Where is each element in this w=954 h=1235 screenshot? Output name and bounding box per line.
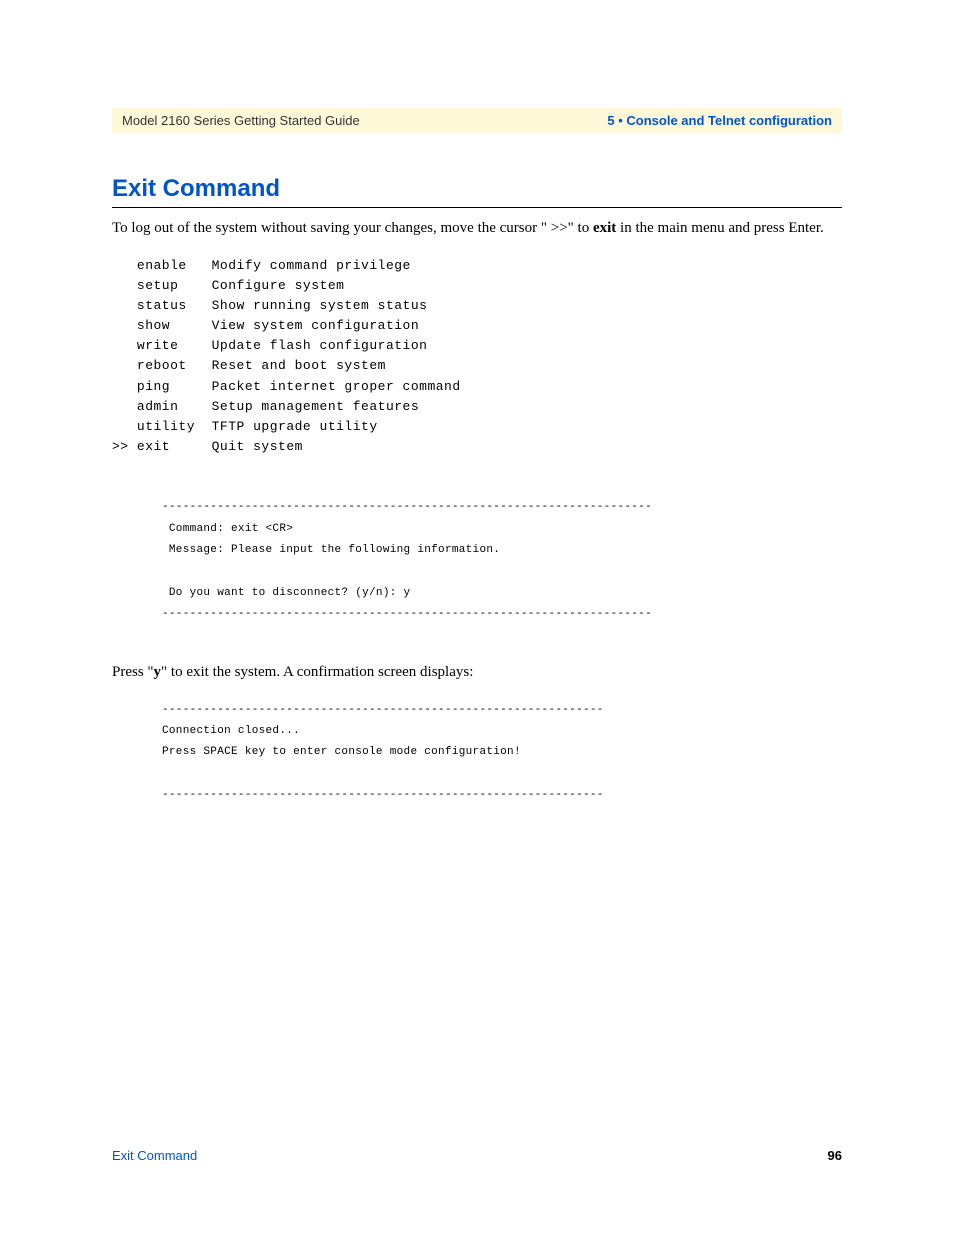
confirm-post: " to exit the system. A confirmation scr… xyxy=(161,664,473,680)
page-number: 96 xyxy=(828,1148,842,1163)
terminal-output-2: ----------------------------------------… xyxy=(162,700,842,807)
terminal-output-1: ----------------------------------------… xyxy=(162,497,842,626)
footer-left-text: Exit Command xyxy=(112,1148,197,1163)
intro-bold: exit xyxy=(593,220,616,236)
confirm-paragraph: Press "y" to exit the system. A confirma… xyxy=(112,662,842,684)
header-bar: Model 2160 Series Getting Started Guide … xyxy=(112,108,842,133)
menu-listing: enable Modify command privilege setup Co… xyxy=(112,256,842,457)
confirm-pre: Press " xyxy=(112,664,154,680)
intro-post: in the main menu and press Enter. xyxy=(616,220,823,236)
footer: Exit Command 96 xyxy=(112,1148,842,1163)
header-right-text: 5 • Console and Telnet configuration xyxy=(607,113,832,128)
section-title: Exit Command xyxy=(112,175,842,203)
confirm-bold: y xyxy=(154,664,162,680)
intro-pre: To log out of the system without saving … xyxy=(112,220,593,236)
title-rule xyxy=(112,207,842,208)
header-left-text: Model 2160 Series Getting Started Guide xyxy=(122,113,360,128)
intro-paragraph: To log out of the system without saving … xyxy=(112,218,842,240)
page-container: Model 2160 Series Getting Started Guide … xyxy=(0,0,954,883)
